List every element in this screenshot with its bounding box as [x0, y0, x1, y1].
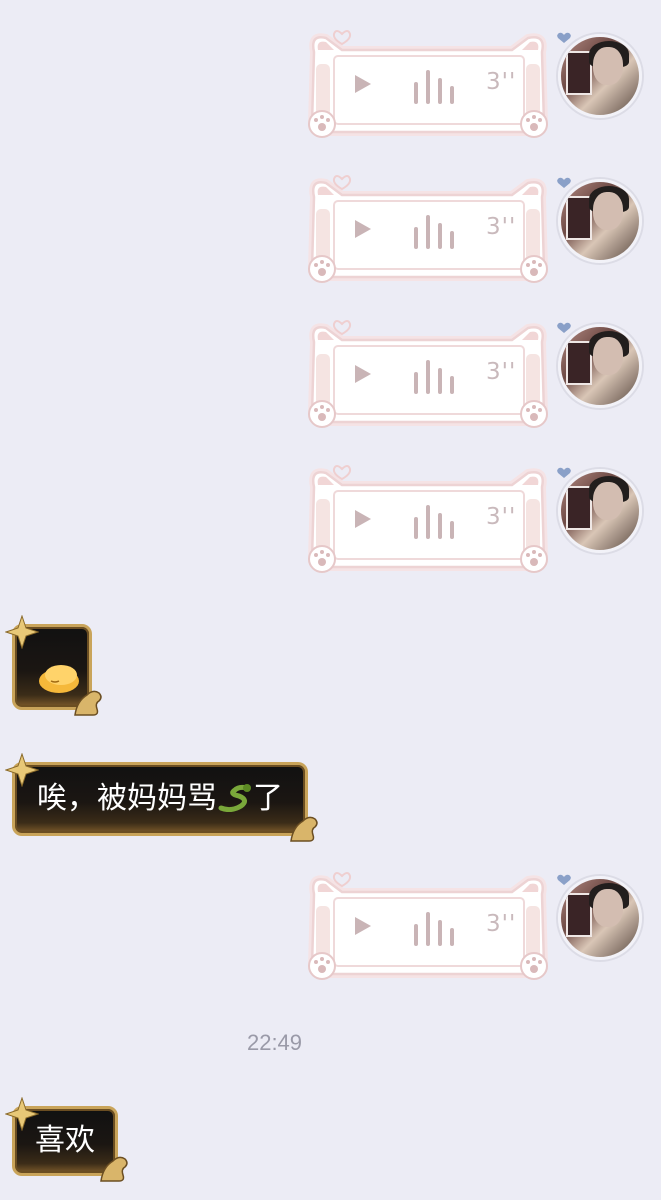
message-text: 唉，被妈妈骂 了 [37, 781, 283, 816]
heart-icon [557, 32, 571, 43]
voice-message-row: 3'' [300, 318, 650, 428]
snake-emoji [218, 784, 251, 812]
incoming-message-bubble[interactable]: 喜欢 [5, 1097, 128, 1182]
avatar-photo [558, 469, 642, 553]
heart-icon [557, 322, 571, 333]
avatar-photo [558, 324, 642, 408]
voice-message-bubble[interactable]: 3'' [300, 318, 556, 428]
avatar-photo-detail [593, 47, 623, 85]
avatar-photo-detail [593, 337, 623, 375]
voice-message-row: 3'' [300, 870, 650, 980]
voice-message-bubble[interactable]: 3'' [300, 28, 556, 138]
star-decoration-icon [5, 1097, 39, 1131]
heart-icon [557, 467, 571, 478]
my-avatar[interactable] [556, 322, 642, 408]
my-avatar[interactable] [556, 874, 642, 960]
message-timestamp: 22:49 [246, 1030, 303, 1055]
star-decoration-icon [5, 753, 39, 787]
avatar-photo-detail [593, 482, 623, 520]
horse-decoration-icon [290, 816, 318, 842]
voice-duration: 3'' [486, 69, 517, 95]
play-icon [355, 365, 371, 383]
play-icon [355, 917, 371, 935]
heart-icon [557, 177, 571, 188]
my-avatar[interactable] [556, 177, 642, 263]
voice-duration: 3'' [486, 911, 517, 937]
play-icon [355, 75, 371, 93]
voice-message-bubble[interactable]: 3'' [300, 173, 556, 283]
horse-decoration-icon [74, 690, 102, 716]
voice-duration: 3'' [486, 504, 517, 530]
incoming-message-bubble[interactable]: 唉，被妈妈骂 了 [5, 753, 318, 842]
my-avatar[interactable] [556, 467, 642, 553]
voice-message-bubble[interactable]: 3'' [300, 463, 556, 573]
waveform-icon [414, 912, 454, 946]
waveform-icon [414, 70, 454, 104]
play-icon [355, 220, 371, 238]
voice-message-row: 3'' [300, 28, 650, 138]
voice-message-row: 3'' [300, 173, 650, 283]
voice-message-bubble[interactable]: 3'' [300, 870, 556, 980]
horse-decoration-icon [100, 1156, 128, 1182]
waveform-icon [414, 360, 454, 394]
heart-icon [557, 874, 571, 885]
message-text-part: 唉，被妈妈骂 [37, 781, 217, 816]
avatar-photo [558, 179, 642, 263]
play-icon [355, 510, 371, 528]
message-text-part: 了 [253, 781, 283, 816]
avatar-photo-detail [593, 192, 623, 230]
avatar-photo [558, 34, 642, 118]
my-avatar[interactable] [556, 32, 642, 118]
star-decoration-icon [5, 615, 39, 649]
voice-duration: 3'' [486, 214, 517, 240]
voice-duration: 3'' [486, 359, 517, 385]
voice-message-row: 3'' [300, 463, 650, 573]
waveform-icon [414, 505, 454, 539]
avatar-photo [558, 876, 642, 960]
waveform-icon [414, 215, 454, 249]
incoming-sticker-bubble[interactable] [5, 615, 102, 716]
message-text: 喜欢 [35, 1123, 95, 1158]
avatar-photo-detail [593, 889, 623, 927]
